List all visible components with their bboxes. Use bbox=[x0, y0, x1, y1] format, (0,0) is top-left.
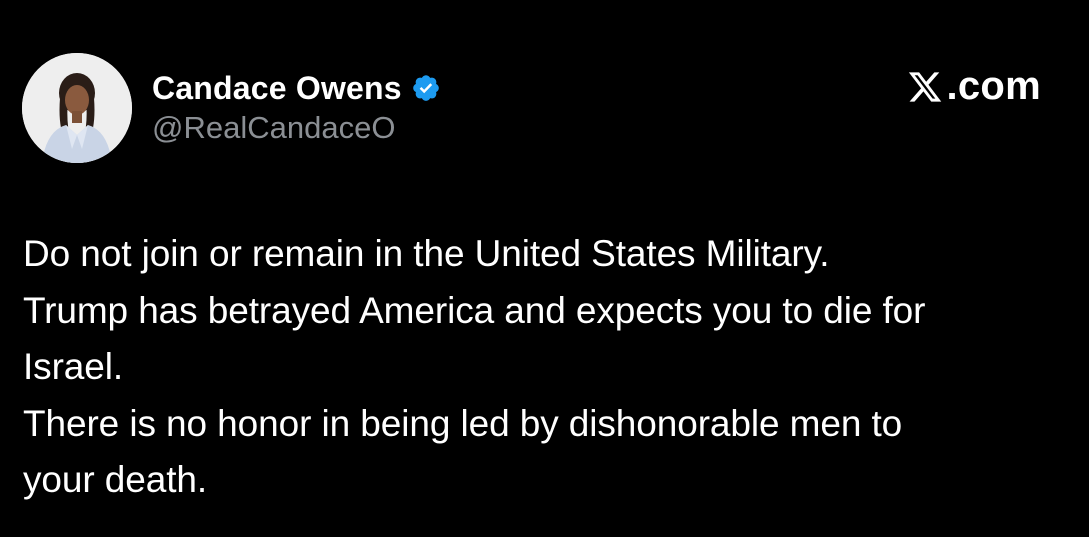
tweet-text: Do not join or remain in the United Stat… bbox=[23, 226, 1073, 509]
avatar[interactable] bbox=[22, 53, 132, 163]
tweet-text-line: Do not join or remain in the United Stat… bbox=[23, 233, 830, 274]
author-name[interactable]: Candace Owens bbox=[152, 70, 402, 107]
profile-photo-avatar bbox=[22, 53, 132, 163]
site-logo: .com bbox=[907, 64, 1041, 109]
site-domain-text: .com bbox=[946, 64, 1041, 108]
tweet-text-line: Israel. bbox=[23, 346, 124, 387]
author-handle[interactable]: @RealCandaceO bbox=[152, 110, 395, 146]
verified-badge-icon bbox=[411, 73, 441, 103]
tweet-text-line: Trump has betrayed America and expects y… bbox=[23, 289, 926, 331]
tweet-text-line: your death. bbox=[23, 459, 208, 500]
author-name-row: Candace Owens bbox=[152, 66, 441, 110]
tweet-card: Candace Owens @RealCandaceO .com Do not … bbox=[0, 0, 1089, 537]
tweet-text-line: There is no honor in being led by dishon… bbox=[23, 402, 903, 444]
x-logo-icon bbox=[907, 68, 943, 106]
